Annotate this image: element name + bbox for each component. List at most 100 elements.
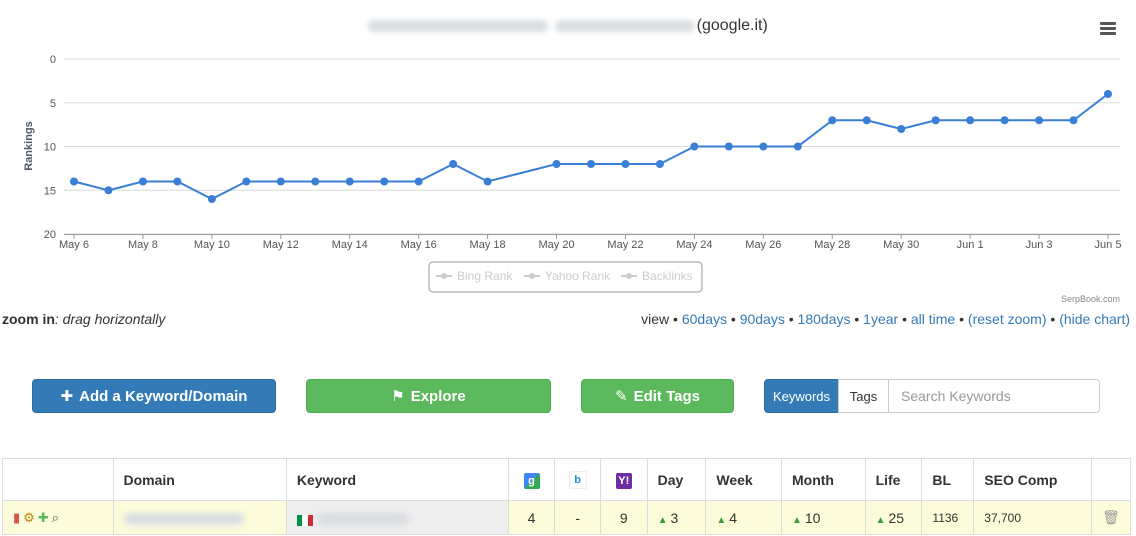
zoom-link[interactable]: (hide chart) [1059, 311, 1130, 327]
bl-header[interactable]: BL [921, 458, 975, 501]
rankings-chart[interactable]: (google.it) 0 5 10 15 20 May 6 May 8 May 10 May … [0, 0, 1136, 304]
up-arrow-icon: ▲ [716, 514, 727, 526]
data-point[interactable] [449, 160, 458, 168]
legend-backlinks[interactable]: Backlinks [642, 269, 693, 283]
data-point[interactable] [207, 195, 216, 203]
legend-yahoo-rank[interactable]: Yahoo Rank [545, 269, 611, 283]
x-tick-label: May 18 [470, 239, 506, 251]
table-row[interactable]: ▮ ⚙ ✚ ⌕ 4 - 9 ▲ 3 ▲ 4 ▲ 10 ▲ 25 1136 37,700 🗑 [2, 500, 1131, 535]
y-tick-label: 0 [50, 54, 56, 66]
data-point[interactable] [70, 177, 78, 186]
x-tick-label: May 8 [128, 239, 158, 251]
table-header-row: Domain Keyword g b Y! Day Week Month Lif… [2, 458, 1131, 501]
data-point[interactable] [828, 116, 837, 125]
data-point[interactable] [655, 160, 664, 168]
data-point[interactable] [621, 160, 630, 168]
zoom-link[interactable]: all time [911, 311, 955, 327]
data-point[interactable] [345, 177, 354, 186]
data-point[interactable] [759, 142, 768, 151]
zoom-link[interactable]: 1year [863, 311, 898, 327]
search-icon[interactable]: ⌕ [52, 510, 59, 526]
data-point[interactable] [138, 177, 147, 186]
link-separator: • [854, 311, 864, 327]
life-change-cell: ▲ 25 [864, 500, 923, 535]
data-point[interactable] [552, 160, 561, 168]
data-point[interactable] [104, 186, 113, 195]
tab-tags[interactable]: Tags [838, 379, 889, 413]
blurred-keyword-text [316, 512, 409, 525]
x-tick-label: May 6 [59, 239, 89, 251]
zoom-link[interactable]: (reset zoom) [968, 311, 1047, 327]
seo-comp-header[interactable]: SEO Comp [973, 458, 1093, 501]
google-header[interactable]: g [507, 458, 556, 501]
flag-icon: ⚑ [391, 388, 405, 405]
x-tick-label: Jun 5 [1095, 239, 1122, 251]
seo-comp-cell: 37,700 [973, 500, 1093, 535]
domain-header[interactable]: Domain [112, 458, 287, 501]
chart-credit[interactable]: SerpBook.com [1061, 294, 1120, 304]
month-header[interactable]: Month [780, 458, 866, 501]
data-point[interactable] [724, 142, 733, 151]
tab-keywords[interactable]: Keywords [764, 379, 839, 413]
data-point[interactable] [276, 177, 285, 186]
data-point[interactable] [311, 177, 320, 186]
x-tick-label: May 26 [745, 239, 781, 251]
up-arrow-icon: ▲ [875, 514, 886, 526]
legend-backlinks-marker [626, 273, 632, 279]
data-point[interactable] [587, 160, 595, 168]
day-header[interactable]: Day [646, 458, 707, 501]
add-keyword-button[interactable]: ✚ Add a Keyword/Domain [32, 379, 276, 413]
data-point[interactable] [414, 177, 423, 186]
legend-bing-rank[interactable]: Bing Rank [457, 269, 513, 283]
bing-header[interactable]: b [554, 458, 601, 501]
keyword-header[interactable]: Keyword [285, 458, 509, 501]
up-arrow-icon: ▲ [791, 514, 802, 526]
trash-icon[interactable]: 🗑 [1102, 509, 1120, 525]
data-point[interactable] [1069, 116, 1078, 125]
link-separator: • [730, 311, 740, 327]
data-point[interactable] [793, 142, 802, 151]
data-point[interactable] [380, 177, 389, 186]
data-point[interactable] [1104, 90, 1112, 98]
link-separator: • [673, 311, 682, 327]
x-tick-label: May 16 [401, 239, 437, 251]
link-separator: • [959, 311, 968, 327]
search-input[interactable] [888, 379, 1100, 413]
explore-button[interactable]: ⚑ Explore [306, 379, 551, 413]
blurred-domain [123, 512, 244, 525]
data-point[interactable] [1035, 116, 1044, 125]
data-point[interactable] [897, 125, 906, 133]
chart-icon[interactable]: ▮ [13, 510, 20, 526]
data-point[interactable] [966, 116, 975, 125]
legend-yahoo-rank-marker [529, 273, 535, 279]
data-point[interactable] [242, 177, 251, 186]
legend-bing-rank-marker [441, 273, 447, 279]
italy-flag-icon [296, 513, 313, 527]
x-tick-label: May 30 [883, 239, 919, 251]
life-header[interactable]: Life [864, 458, 923, 501]
zoom-link[interactable]: 60days [682, 311, 727, 327]
data-point[interactable] [1000, 116, 1009, 125]
link-separator: • [902, 311, 911, 327]
data-point[interactable] [173, 177, 182, 186]
data-point[interactable] [931, 116, 940, 125]
domain-cell [112, 500, 287, 535]
data-point[interactable] [690, 142, 699, 151]
data-point[interactable] [862, 116, 871, 125]
y-axis-label: Rankings [23, 121, 35, 171]
gear-icon[interactable]: ⚙ [23, 510, 35, 526]
add-tag-icon[interactable]: ✚ [38, 510, 49, 526]
zoom-link[interactable]: 180days [798, 311, 851, 327]
pencil-icon: ✎ [615, 388, 628, 405]
x-tick-label: May 10 [194, 239, 230, 251]
y-tick-label: 15 [44, 185, 56, 197]
link-separator: • [788, 311, 798, 327]
data-point[interactable] [483, 177, 492, 186]
yahoo-icon: Y! [615, 472, 632, 489]
zoom-link[interactable]: 90days [740, 311, 785, 327]
yahoo-header[interactable]: Y! [599, 458, 648, 501]
edit-tags-button[interactable]: ✎ Edit Tags [581, 379, 734, 413]
week-header[interactable]: Week [705, 458, 782, 501]
month-change-cell: ▲ 10 [780, 500, 866, 535]
google-icon: g [523, 472, 540, 489]
